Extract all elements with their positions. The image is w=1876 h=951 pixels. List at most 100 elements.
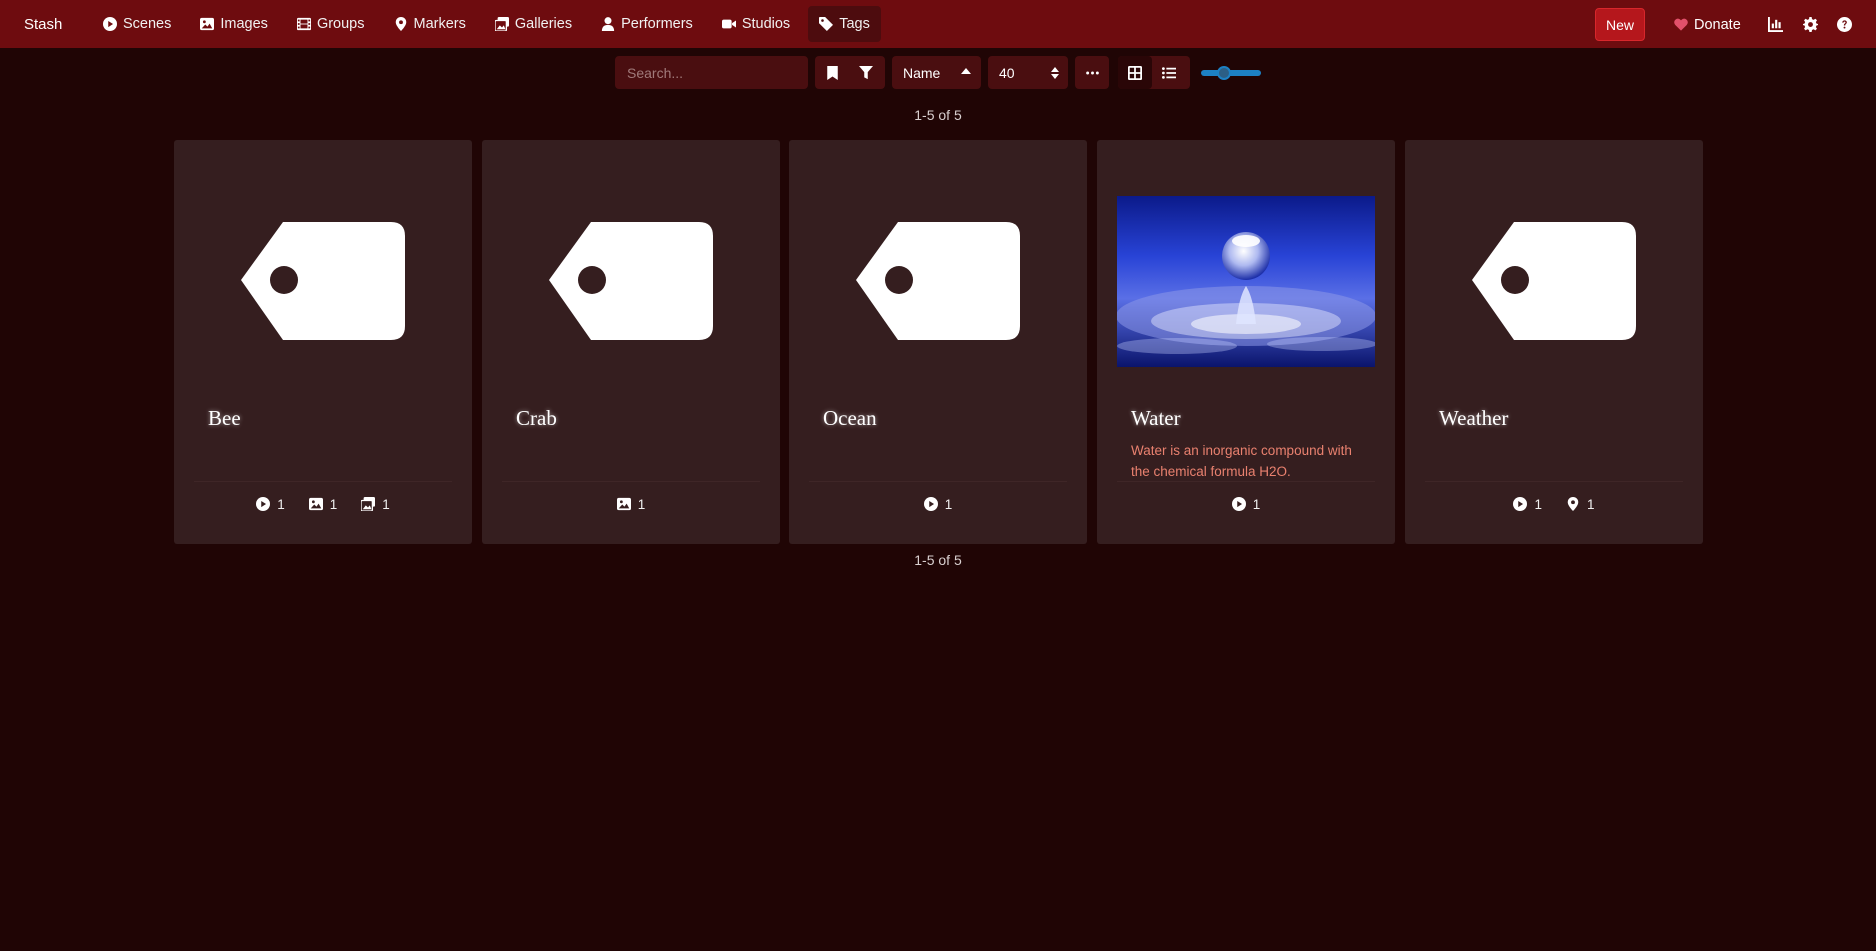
tag-placeholder-icon <box>241 222 405 340</box>
pagination-count-top: 1-5 of 5 <box>914 107 962 123</box>
settings-button[interactable] <box>1800 14 1820 34</box>
stats-button[interactable] <box>1765 14 1785 34</box>
tag-card-name[interactable]: Crab <box>516 406 557 431</box>
tag-card-thumbnail[interactable] <box>789 140 1087 422</box>
video-icon <box>721 19 736 29</box>
stat-count: 1 <box>637 496 646 512</box>
scenes-count-stat[interactable]: 1 <box>256 497 285 512</box>
play-circle-icon <box>923 497 938 511</box>
nav-item-images[interactable]: Images <box>189 6 279 42</box>
tag-card-stats: 1 1 1 <box>174 492 472 516</box>
card-divider <box>194 481 452 482</box>
top-navbar: Stash Scenes Images Groups Markers Galle… <box>0 0 1876 48</box>
tag-card-name[interactable]: Bee <box>208 406 241 431</box>
water-drop-image <box>1117 195 1375 367</box>
scenes-count-stat[interactable]: 1 <box>1513 497 1542 512</box>
tag-card-stats: 1 <box>482 492 780 516</box>
filter-button-group <box>815 56 885 89</box>
display-mode-group <box>1118 56 1190 89</box>
filter-button[interactable] <box>849 56 883 89</box>
images-icon <box>494 17 509 31</box>
stat-count: 1 <box>1587 496 1595 512</box>
zoom-slider-thumb[interactable] <box>1217 66 1231 80</box>
zoom-slider[interactable] <box>1201 66 1261 80</box>
more-options-group <box>1075 56 1109 89</box>
tag-card-name[interactable]: Weather <box>1439 406 1508 431</box>
tag-card-thumbnail[interactable] <box>174 140 472 422</box>
image-icon <box>200 17 215 31</box>
nav-item-tags[interactable]: Tags <box>808 6 881 42</box>
select-arrows-icon <box>1051 67 1059 79</box>
nav-item-label: Markers <box>413 16 466 32</box>
tag-card[interactable]: Bee 1 1 1 <box>174 140 472 544</box>
play-circle-icon <box>256 497 271 511</box>
tag-card-thumbnail[interactable] <box>1405 140 1703 422</box>
per-page-value: 40 <box>999 64 1015 81</box>
nav-item-markers[interactable]: Markers <box>383 6 477 42</box>
sort-direction-icon[interactable] <box>961 68 971 74</box>
tag-card-name[interactable]: Ocean <box>823 406 877 431</box>
more-options-button[interactable] <box>1075 56 1109 89</box>
zoom-slider-track <box>1201 70 1261 76</box>
tag-card-thumbnail[interactable] <box>482 140 780 422</box>
filter-icon <box>859 65 873 79</box>
search-input[interactable] <box>615 56 808 89</box>
bookmark-icon <box>826 65 838 80</box>
new-tag-button[interactable]: New <box>1595 8 1645 41</box>
tag-card[interactable]: Crab 1 <box>482 140 780 544</box>
grid-view-button[interactable] <box>1118 56 1152 89</box>
tag-placeholder-icon <box>856 222 1020 340</box>
stat-count: 1 <box>1534 496 1542 512</box>
ellipsis-icon <box>1085 71 1099 74</box>
donate-label: Donate <box>1694 16 1741 33</box>
image-icon <box>308 497 323 511</box>
markers-count-stat[interactable]: 1 <box>1566 497 1595 512</box>
nav-item-label: Tags <box>839 16 870 32</box>
tag-card-name[interactable]: Water <box>1131 406 1181 431</box>
tag-card-stats: 1 1 <box>1405 492 1703 516</box>
stat-count: 1 <box>944 496 953 512</box>
donate-link[interactable]: Donate <box>1674 8 1741 41</box>
brand-link[interactable]: Stash <box>24 0 62 48</box>
tag-icon <box>819 17 834 31</box>
nav-item-label: Scenes <box>123 16 172 32</box>
nav-item-studios[interactable]: Studios <box>711 6 801 42</box>
stat-count: 1 <box>382 496 390 512</box>
images-count-stat[interactable]: 1 <box>616 496 646 512</box>
chart-icon <box>1767 16 1783 32</box>
images-count-stat[interactable]: 1 <box>308 496 338 512</box>
nav-item-scenes[interactable]: Scenes <box>92 6 182 42</box>
user-icon <box>601 17 615 31</box>
stat-count: 1 <box>329 496 338 512</box>
galleries-count-stat[interactable]: 1 <box>361 497 390 512</box>
saved-filters-button[interactable] <box>815 56 849 89</box>
tag-card[interactable]: Weather 1 1 <box>1405 140 1703 544</box>
scenes-count-stat[interactable]: 1 <box>923 496 953 512</box>
stat-count: 1 <box>1252 496 1261 512</box>
help-button[interactable] <box>1834 14 1854 34</box>
image-icon <box>616 497 631 511</box>
tag-card-thumbnail[interactable] <box>1097 140 1395 422</box>
tag-card[interactable]: Ocean 1 <box>789 140 1087 544</box>
tag-placeholder-icon <box>1472 222 1636 340</box>
play-circle-icon <box>1231 497 1246 511</box>
card-divider <box>1117 481 1375 482</box>
heart-icon <box>1674 18 1688 31</box>
tag-placeholder-icon <box>549 222 713 340</box>
scenes-count-stat[interactable]: 1 <box>1231 496 1261 512</box>
per-page-select[interactable]: 40 <box>988 56 1068 89</box>
nav-links: Scenes Images Groups Markers Galleries P… <box>92 6 888 42</box>
film-icon <box>296 17 311 31</box>
map-marker-icon <box>395 17 406 31</box>
gear-icon <box>1802 16 1818 32</box>
nav-item-label: Images <box>220 16 268 32</box>
nav-item-label: Groups <box>316 16 365 32</box>
nav-item-groups[interactable]: Groups <box>286 6 376 42</box>
nav-item-performers[interactable]: Performers <box>590 6 704 42</box>
nav-item-label: Studios <box>741 16 791 32</box>
card-divider <box>809 481 1067 482</box>
tag-card[interactable]: Water Water is an inorganic compound wit… <box>1097 140 1395 544</box>
sort-by-select[interactable]: Name <box>892 56 981 89</box>
list-view-button[interactable] <box>1152 56 1186 89</box>
nav-item-galleries[interactable]: Galleries <box>484 6 583 42</box>
